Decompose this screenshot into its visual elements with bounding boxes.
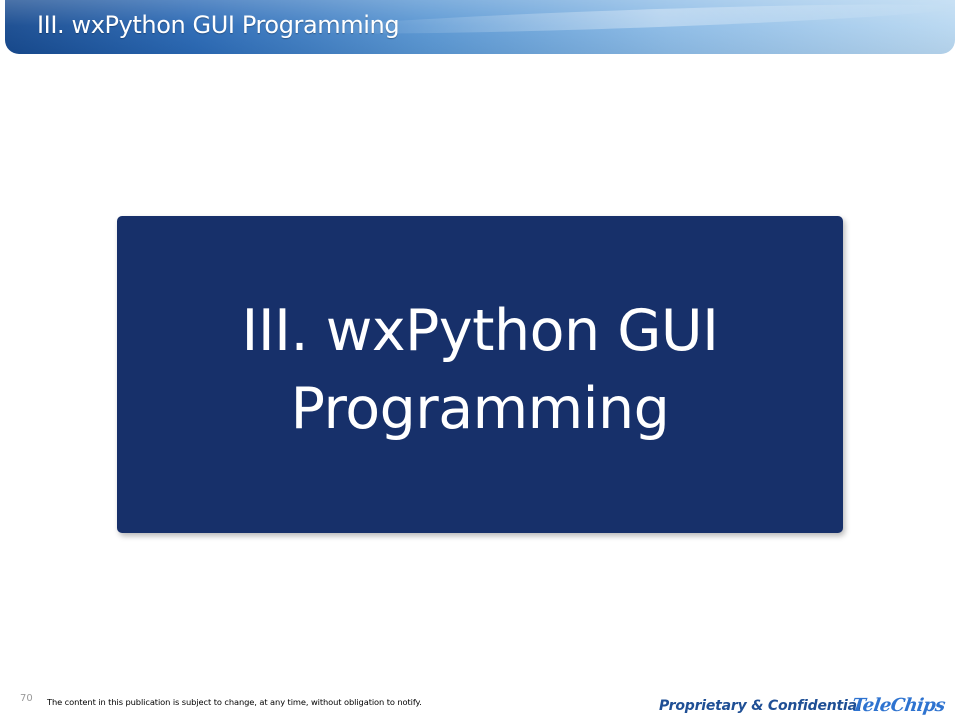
slide-header-bar: III. wxPython GUI Programming — [5, 0, 955, 54]
footer-disclaimer: The content in this publication is subje… — [47, 697, 422, 707]
presentation-slide: III. wxPython GUI Programming III. wxPyt… — [0, 0, 960, 720]
section-title-text: III. wxPython GUI Programming — [241, 298, 719, 442]
page-number: 70 — [20, 693, 33, 704]
section-title-box: III. wxPython GUI Programming — [117, 216, 843, 533]
confidential-label: Proprietary & Confidential — [659, 698, 862, 714]
telechips-logo: TeleChips — [850, 695, 947, 716]
slide-header-title: III. wxPython GUI Programming — [37, 11, 400, 39]
